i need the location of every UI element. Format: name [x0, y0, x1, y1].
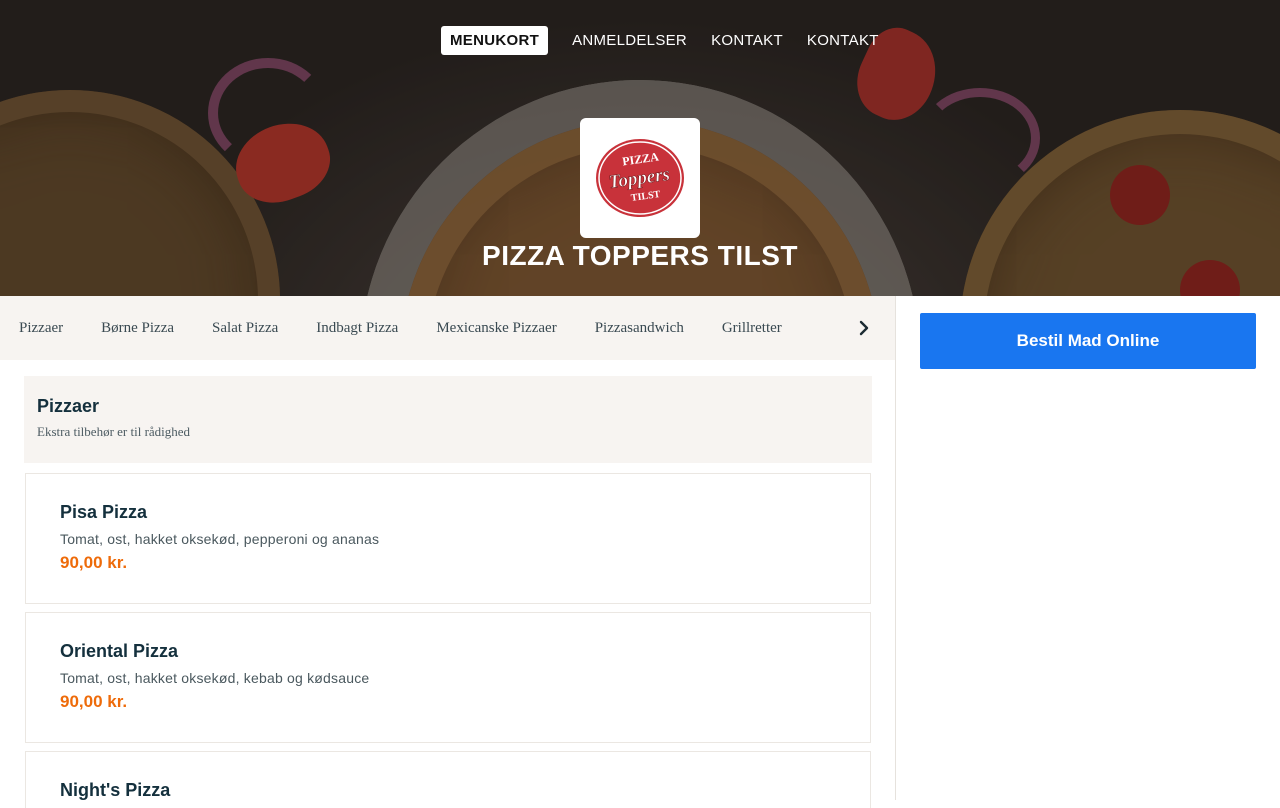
category-pizzasandwich[interactable]: Pizzasandwich — [576, 320, 703, 337]
menu-item[interactable]: Pisa Pizza Tomat, ost, hakket oksekød, p… — [25, 473, 871, 604]
top-nav: MENUKORT ANMELDELSER KONTAKT KONTAKT — [441, 26, 891, 55]
menu-item-price: 90,00 kr. — [60, 553, 128, 572]
menu-item-name: Night's Pizza — [60, 780, 171, 800]
category-mexicanske-pizzaer[interactable]: Mexicanske Pizzaer — [417, 320, 575, 337]
chevron-right-icon[interactable] — [856, 320, 872, 336]
column-divider — [895, 296, 896, 800]
nav-anmeldelser[interactable]: ANMELDELSER — [560, 26, 699, 55]
restaurant-name: PIZZA TOPPERS TILST — [482, 240, 798, 271]
menu-item[interactable]: Night's Pizza — [25, 751, 871, 808]
pizza-toppers-logo-icon: PIZZA Toppers TILST — [596, 139, 684, 217]
menu-item-price: 90,00 kr. — [60, 692, 128, 711]
category-indbagt-pizza[interactable]: Indbagt Pizza — [297, 320, 417, 337]
menu-item[interactable]: Oriental Pizza Tomat, ost, hakket oksekø… — [25, 612, 871, 743]
nav-kontakt[interactable]: KONTAKT — [699, 26, 795, 55]
menu-item-description: Tomat, ost, hakket oksekød, kebab og kød… — [60, 670, 370, 686]
restaurant-logo: PIZZA Toppers TILST — [580, 118, 700, 238]
category-borne-pizza[interactable]: Børne Pizza — [82, 320, 193, 337]
category-bar: Pizzaer Børne Pizza Salat Pizza Indbagt … — [0, 296, 895, 360]
order-online-button[interactable]: Bestil Mad Online — [920, 313, 1256, 369]
hero-banner: MENUKORT ANMELDELSER KONTAKT KONTAKT PIZ… — [0, 0, 1280, 296]
menu-section-header: Pizzaer Ekstra tilbehør er til rådighed — [24, 376, 872, 463]
category-grillretter[interactable]: Grillretter — [703, 320, 801, 337]
section-subtitle: Ekstra tilbehør er til rådighed — [37, 424, 191, 439]
category-salat-pizza[interactable]: Salat Pizza — [193, 320, 297, 337]
section-title: Pizzaer — [37, 396, 100, 416]
nav-menukort[interactable]: MENUKORT — [441, 26, 549, 55]
menu-item-name: Oriental Pizza — [60, 641, 179, 661]
category-pizzaer[interactable]: Pizzaer — [0, 320, 82, 337]
menu-item-name: Pisa Pizza — [60, 502, 148, 522]
nav-kontakt-2[interactable]: KONTAKT — [795, 26, 891, 55]
menu-item-description: Tomat, ost, hakket oksekød, pepperoni og… — [60, 531, 380, 547]
